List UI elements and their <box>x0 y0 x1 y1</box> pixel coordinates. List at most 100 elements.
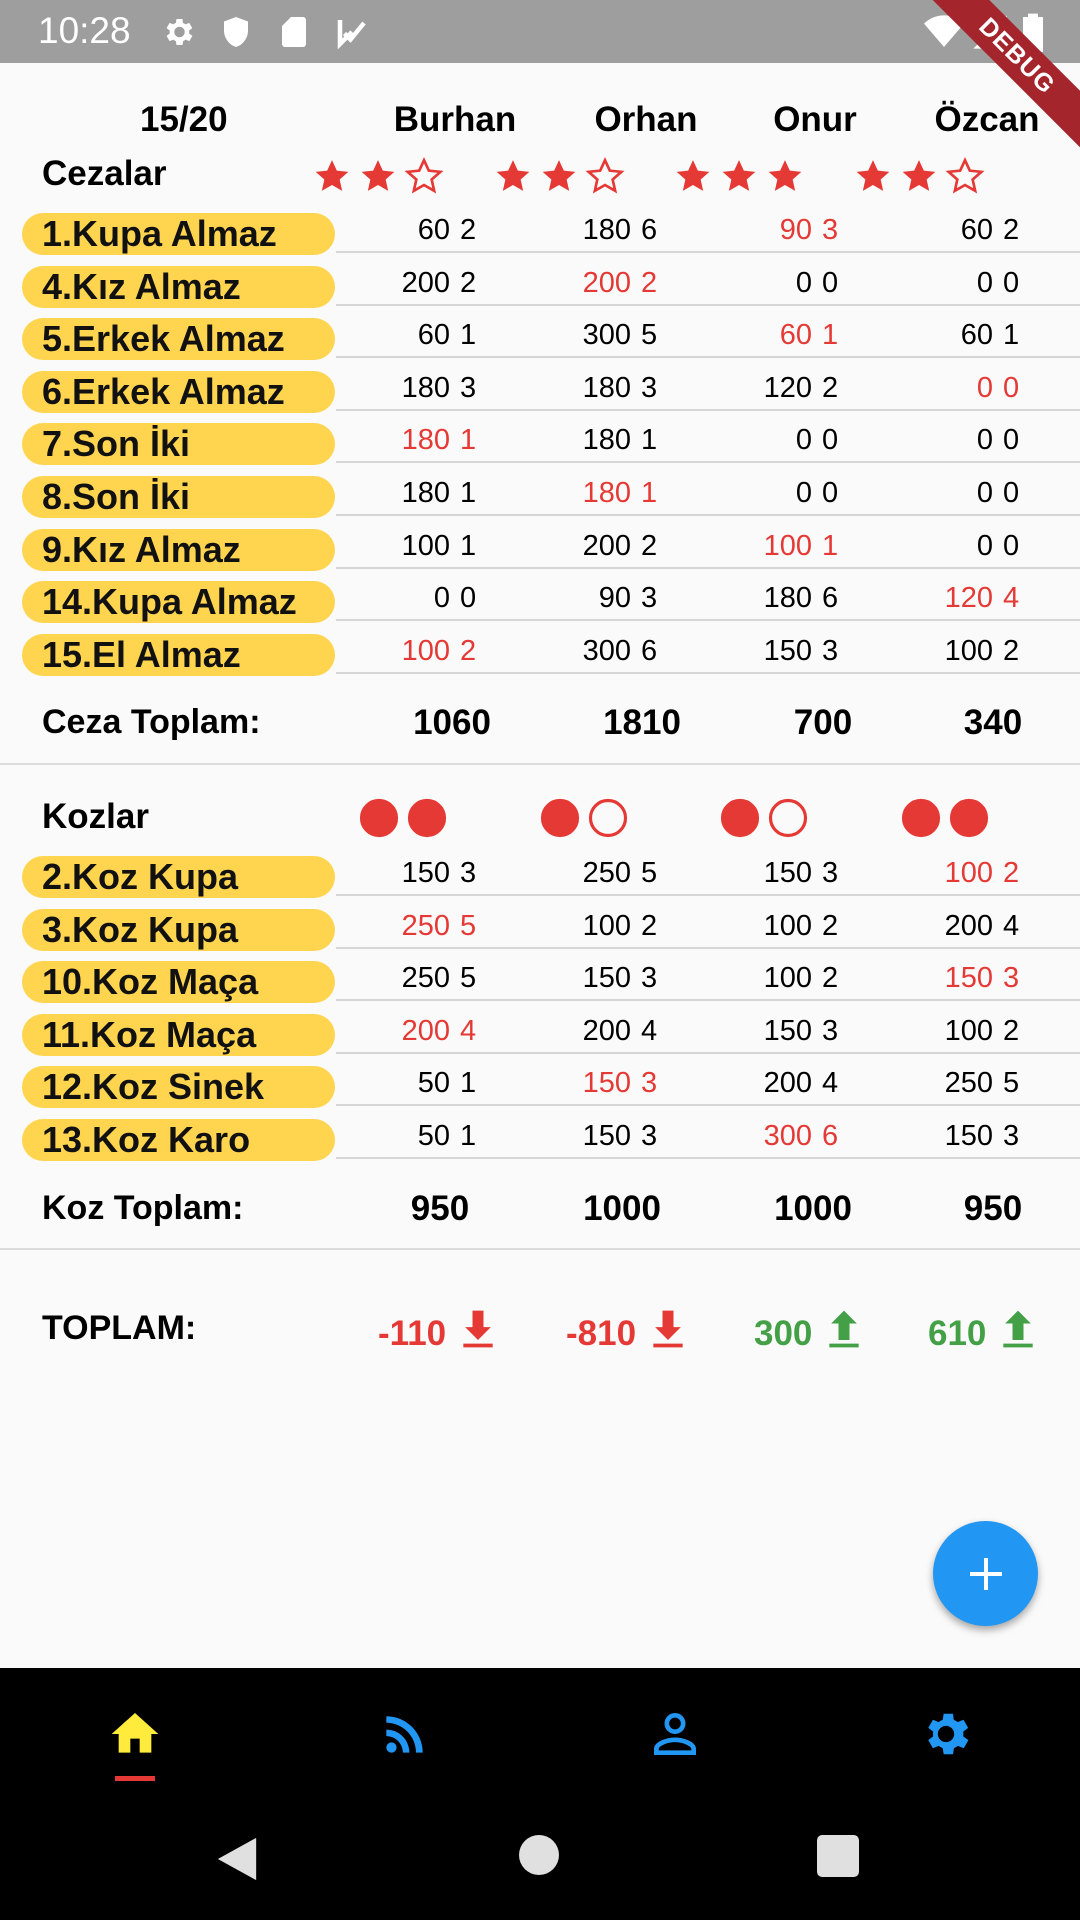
score-count: 3 <box>1003 1120 1020 1152</box>
score-points: 200 <box>763 1067 812 1100</box>
table-row: 6.Erkek Almaz 180 3 180 3 120 2 0 0 <box>0 370 1080 424</box>
settings-icon[interactable] <box>918 1706 974 1762</box>
koz-total-onur: 1000 <box>774 1189 852 1228</box>
score-points: 150 <box>582 1120 631 1152</box>
score-count: 2 <box>1003 857 1020 889</box>
tasks-status-icon <box>337 20 366 50</box>
score-points: 100 <box>763 962 812 995</box>
star-filled-icon <box>493 156 533 201</box>
shield-status-icon <box>224 17 248 47</box>
row-label[interactable]: 5.Erkek Almaz <box>22 318 335 361</box>
score-count: 4 <box>641 1014 658 1047</box>
arrow-up-icon <box>996 1305 1040 1362</box>
score-points: 100 <box>763 909 812 942</box>
score-count: 2 <box>641 909 658 942</box>
circle-filled-icon <box>719 797 761 844</box>
score-count: 6 <box>822 582 839 615</box>
row-label[interactable]: 1.Kupa Almaz <box>22 213 335 255</box>
score-count: 1 <box>460 1120 477 1152</box>
grand-total-burhan: -110 <box>378 1305 500 1362</box>
row-label[interactable]: 8.Son İki <box>22 476 335 518</box>
add-round-button[interactable] <box>933 1521 1038 1626</box>
score-points: 200 <box>582 266 631 299</box>
score-count: 0 <box>1003 371 1020 404</box>
star-outline-icon <box>945 156 985 201</box>
score-count: 1 <box>460 319 477 352</box>
score-count: 2 <box>1003 1014 1020 1047</box>
grand-total-label: TOPLAM: <box>42 1309 197 1347</box>
star-rating-ozcan <box>829 156 1009 201</box>
sd-card-status-icon <box>282 17 306 47</box>
koz-total-ozcan: 950 <box>963 1189 1023 1228</box>
row-divider <box>336 303 1080 306</box>
row-label[interactable]: 2.Koz Kupa <box>22 856 335 898</box>
star-outline-icon <box>585 156 625 201</box>
score-count: 1 <box>460 1067 477 1100</box>
row-label[interactable]: 13.Koz Karo <box>22 1119 335 1161</box>
row-label[interactable]: 15.El Almaz <box>22 633 335 676</box>
score-count: 5 <box>1003 1067 1020 1100</box>
score-points: 200 <box>944 909 993 942</box>
round-counter: 15/20 <box>140 100 228 139</box>
score-count: 2 <box>460 634 477 667</box>
table-row: 4.Kız Almaz 200 2 200 2 0 0 0 0 <box>0 265 1080 319</box>
star-rating-burhan <box>288 156 468 201</box>
score-count: 0 <box>1003 424 1020 457</box>
star-filled-icon <box>765 156 805 201</box>
score-points: 60 <box>960 214 993 246</box>
row-label[interactable]: 10.Koz Maça <box>22 961 335 1004</box>
row-label[interactable]: 3.Koz Kupa <box>22 908 335 951</box>
score-count: 3 <box>822 634 839 667</box>
score-points: 200 <box>401 1014 450 1047</box>
score-points: 50 <box>417 1067 450 1100</box>
row-label[interactable]: 14.Kupa Almaz <box>22 581 335 624</box>
score-points: 180 <box>582 477 631 509</box>
back-icon[interactable] <box>214 1834 260 1884</box>
person-icon[interactable] <box>647 1706 703 1762</box>
score-points: 150 <box>944 962 993 995</box>
score-points: 180 <box>582 424 631 457</box>
row-divider <box>336 671 1080 674</box>
score-count: 2 <box>460 266 477 299</box>
row-divider <box>336 461 1080 464</box>
home-icon[interactable] <box>107 1706 163 1762</box>
arrow-up-icon <box>822 1305 866 1362</box>
score-points: 100 <box>582 909 631 942</box>
star-filled-icon <box>719 156 759 201</box>
table-row: 9.Kız Almaz 100 1 200 2 100 1 0 0 <box>0 528 1080 582</box>
ceza-total-label: Ceza Toplam: <box>42 703 261 741</box>
score-points: 150 <box>944 1120 993 1152</box>
score-count: 2 <box>460 214 477 246</box>
score-points: 100 <box>944 634 993 667</box>
score-count: 6 <box>641 214 658 246</box>
score-count: 2 <box>1003 214 1020 246</box>
score-points: 180 <box>582 371 631 404</box>
row-divider <box>336 356 1080 359</box>
score-count: 2 <box>641 529 658 562</box>
row-label[interactable]: 11.Koz Maça <box>22 1013 335 1056</box>
player-name-burhan: Burhan <box>393 100 517 139</box>
score-points: 180 <box>401 371 450 404</box>
row-label[interactable]: 12.Koz Sinek <box>22 1066 335 1109</box>
home-circle-icon[interactable] <box>519 1835 559 1875</box>
bottom-navigation <box>0 1668 1080 1798</box>
koz-total-orhan: 1000 <box>583 1189 661 1228</box>
koz-total-burhan: 950 <box>410 1189 470 1228</box>
rss-feed-icon[interactable] <box>377 1706 433 1762</box>
circle-filled-icon <box>900 797 942 844</box>
row-label[interactable]: 7.Son İki <box>22 423 335 466</box>
row-label[interactable]: 6.Erkek Almaz <box>22 370 335 413</box>
row-label[interactable]: 9.Kız Almaz <box>22 528 335 571</box>
row-label[interactable]: 4.Kız Almaz <box>22 265 335 308</box>
score-count: 0 <box>822 266 839 299</box>
score-count: 3 <box>641 582 658 615</box>
score-points: 300 <box>582 634 631 667</box>
recents-icon[interactable] <box>817 1835 859 1877</box>
grand-total-value: -810 <box>566 1313 637 1353</box>
score-points: 250 <box>582 857 631 889</box>
score-points: 300 <box>582 319 631 352</box>
score-points: 60 <box>779 319 812 352</box>
row-divider <box>336 1104 1080 1107</box>
arrow-down-icon <box>646 1305 690 1362</box>
table-row: 3.Koz Kupa 250 5 100 2 100 2 200 4 <box>0 908 1080 962</box>
